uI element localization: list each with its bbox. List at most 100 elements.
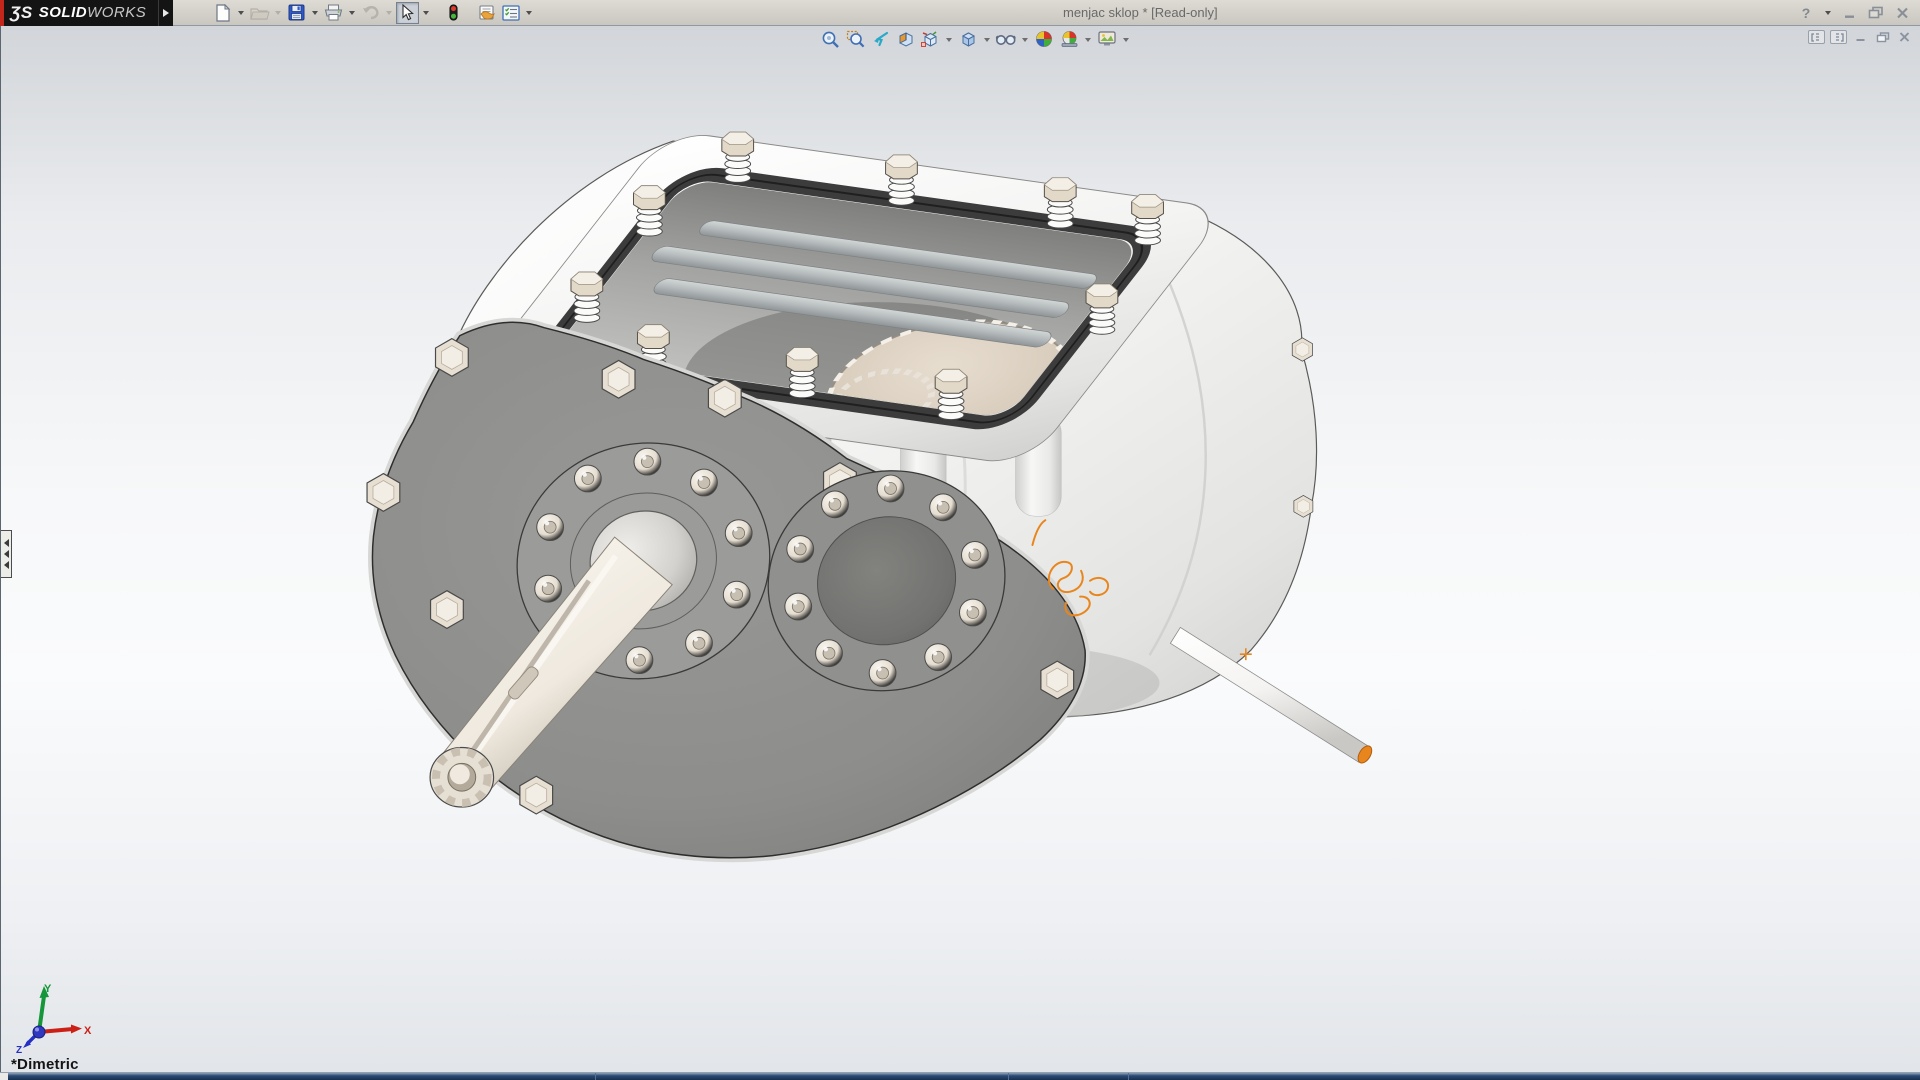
undo-button[interactable] — [359, 2, 382, 24]
rebuild-button[interactable] — [442, 2, 465, 24]
print-dropdown[interactable] — [346, 2, 358, 24]
file-properties-icon — [477, 4, 496, 21]
zoom-to-area-icon — [846, 30, 865, 49]
socket-bolt[interactable] — [960, 599, 987, 626]
restore-icon — [1868, 6, 1884, 19]
window-controls: ? — [1796, 2, 1920, 24]
socket-bolt[interactable] — [816, 640, 843, 667]
options-icon — [502, 5, 520, 21]
zoom-to-area-button[interactable] — [844, 29, 866, 49]
model-output-shaft[interactable] — [1170, 627, 1374, 765]
socket-bolt[interactable] — [785, 593, 812, 620]
socket-bolt[interactable] — [961, 542, 988, 569]
title-bar[interactable]: ƷS SOLIDWORKS — [0, 0, 1920, 26]
splined-shaft-end[interactable] — [430, 747, 494, 807]
close-icon — [1896, 7, 1909, 19]
socket-bolt[interactable] — [787, 536, 814, 563]
z-axis-label: Z — [16, 1045, 22, 1054]
main-toolbar — [211, 2, 535, 24]
restore-button[interactable] — [1866, 4, 1886, 22]
hide-show-items-button[interactable] — [995, 29, 1017, 49]
save-floppy-icon — [288, 4, 305, 21]
socket-bolt[interactable] — [925, 644, 952, 671]
hide-show-items-glasses-icon — [995, 31, 1017, 47]
new-document-dropdown[interactable] — [235, 2, 247, 24]
section-view-icon — [896, 30, 915, 48]
zoom-to-fit-button[interactable] — [819, 29, 841, 49]
options-button[interactable] — [499, 2, 522, 24]
y-axis-label: Y — [44, 983, 52, 995]
select-button[interactable] — [396, 2, 419, 24]
socket-bolt[interactable] — [574, 465, 601, 492]
socket-bolt[interactable] — [725, 520, 752, 547]
socket-bolt[interactable] — [877, 475, 904, 502]
apply-scene-dropdown[interactable] — [1083, 29, 1093, 49]
doc-close-button[interactable] — [1896, 30, 1913, 44]
taskbar-separator — [1008, 1073, 1009, 1080]
socket-bolt[interactable] — [822, 491, 849, 518]
pane-toggle-right-icon — [1833, 33, 1844, 42]
doc-minimize-icon — [1855, 32, 1867, 42]
minimize-button[interactable] — [1840, 4, 1860, 22]
help-dropdown[interactable] — [1822, 2, 1834, 24]
screen-edge-artifact — [0, 0, 4, 26]
menu-flyout-button[interactable] — [158, 0, 173, 26]
print-button[interactable] — [322, 2, 345, 24]
print-icon — [324, 4, 343, 21]
minimize-icon — [1843, 7, 1857, 19]
taskbar-separator — [595, 1073, 596, 1080]
collapse-arrow-icon — [0, 539, 9, 547]
doc-restore-button[interactable] — [1874, 30, 1891, 44]
edit-appearance-button[interactable] — [1033, 29, 1055, 49]
socket-bolt[interactable] — [535, 575, 562, 602]
view-orientation-button[interactable] — [919, 29, 941, 49]
triad-origin — [33, 1026, 45, 1038]
taskbar-separator — [1128, 1073, 1129, 1080]
socket-bolt[interactable] — [869, 660, 896, 687]
apply-scene-icon — [1060, 30, 1079, 48]
close-button[interactable] — [1892, 4, 1912, 22]
save-dropdown[interactable] — [309, 2, 321, 24]
apply-scene-button[interactable] — [1058, 29, 1080, 49]
doc-minimize-button[interactable] — [1852, 30, 1869, 44]
select-dropdown[interactable] — [420, 2, 432, 24]
view-settings-dropdown[interactable] — [1121, 29, 1131, 49]
solidworks-logo-mark: ƷS — [10, 3, 33, 23]
socket-bolt[interactable] — [691, 469, 718, 496]
flyout-arrow-icon — [163, 9, 173, 17]
doc-restore-icon — [1876, 32, 1890, 43]
open-button[interactable] — [248, 2, 271, 24]
socket-bolt[interactable] — [634, 448, 661, 475]
file-properties-button[interactable] — [475, 2, 498, 24]
previous-view-icon — [871, 30, 890, 48]
open-dropdown[interactable] — [272, 2, 284, 24]
socket-bolt[interactable] — [723, 581, 750, 608]
pane-toggle-left-button[interactable] — [1808, 30, 1825, 44]
taskbar-strip[interactable] — [0, 1072, 1920, 1080]
view-orientation-icon — [920, 30, 940, 49]
undo-dropdown[interactable] — [383, 2, 395, 24]
pane-toggle-right-button[interactable] — [1830, 30, 1847, 44]
view-orientation-dropdown[interactable] — [944, 29, 954, 49]
open-folder-icon — [250, 5, 270, 21]
new-document-button[interactable] — [211, 2, 234, 24]
socket-bolt[interactable] — [686, 630, 713, 657]
socket-bolt[interactable] — [930, 494, 957, 521]
section-view-button[interactable] — [894, 29, 916, 49]
display-style-button[interactable] — [957, 29, 979, 49]
display-style-dropdown[interactable] — [982, 29, 992, 49]
graphics-area[interactable]: Y X Z *Dimetric — [0, 26, 1920, 1072]
help-button[interactable]: ? — [1796, 4, 1816, 22]
hide-show-items-dropdown[interactable] — [1020, 29, 1030, 49]
rebuild-traffic-light-icon — [449, 4, 458, 21]
collapse-arrow-icon — [0, 561, 9, 569]
view-settings-button[interactable] — [1096, 29, 1118, 49]
previous-view-button[interactable] — [869, 29, 891, 49]
options-dropdown[interactable] — [523, 2, 535, 24]
socket-bolt[interactable] — [537, 514, 564, 541]
undo-icon — [361, 5, 380, 21]
save-button[interactable] — [285, 2, 308, 24]
model-3d-view[interactable] — [1, 26, 1920, 1072]
socket-bolt[interactable] — [626, 647, 653, 674]
feature-manager-collapsed-tab[interactable] — [1, 530, 12, 578]
